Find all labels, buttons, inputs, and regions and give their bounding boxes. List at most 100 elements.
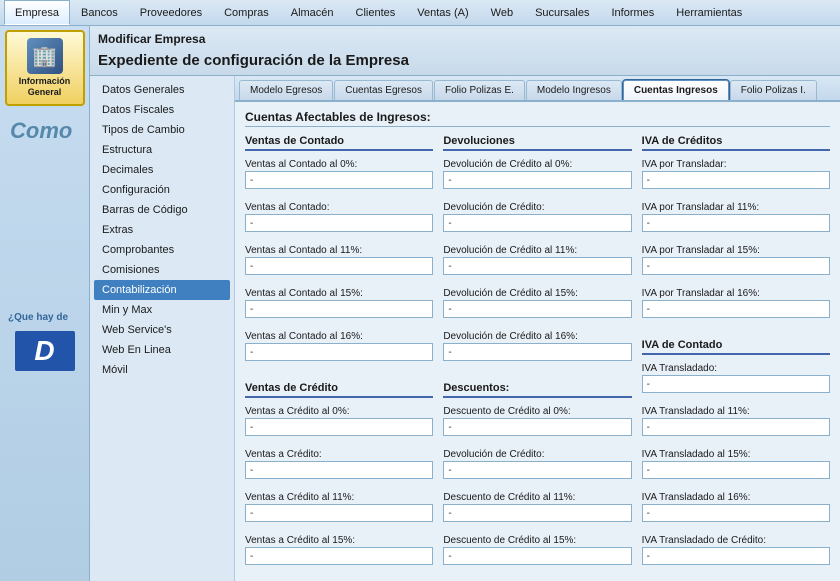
nav-comprobantes[interactable]: Comprobantes bbox=[90, 240, 234, 260]
input-descuento-11[interactable] bbox=[443, 504, 631, 522]
field-descuento-15: Descuento de Crédito al 15%: bbox=[443, 535, 631, 568]
field-devolucion-15: Devolución de Crédito al 15%: bbox=[443, 288, 631, 321]
menu-ventas[interactable]: Ventas (A) bbox=[406, 0, 479, 25]
nav-contabilizacion[interactable]: Contabilización bbox=[94, 280, 230, 300]
nav-extras[interactable]: Extras bbox=[90, 220, 234, 240]
label-devolucion-credito2: Devolución de Crédito: bbox=[443, 449, 631, 460]
field-ventas-contado-11: Ventas al Contado al 11%: bbox=[245, 245, 433, 278]
nav-min-max[interactable]: Min y Max bbox=[90, 300, 234, 320]
nav-barras-codigo[interactable]: Barras de Código bbox=[90, 200, 234, 220]
sidebar-logo: D bbox=[15, 331, 75, 371]
input-iva-transladado[interactable] bbox=[642, 375, 830, 393]
field-iva-transladar-15: IVA por Transladar al 15%: bbox=[642, 245, 830, 278]
menu-almacen[interactable]: Almacén bbox=[280, 0, 345, 25]
sidebar-question-text: ¿Que hay de bbox=[2, 308, 87, 327]
right-content: Modelo Egresos Cuentas Egresos Folio Pol… bbox=[235, 76, 840, 581]
nav-datos-generales[interactable]: Datos Generales bbox=[90, 80, 234, 100]
input-devolucion-credito2[interactable] bbox=[443, 461, 631, 479]
input-descuento-15[interactable] bbox=[443, 547, 631, 565]
input-devolucion-15[interactable] bbox=[443, 300, 631, 318]
input-credito-11[interactable] bbox=[245, 504, 433, 522]
icon-label-empresa: Información General bbox=[11, 76, 79, 98]
col2-header: Devoluciones bbox=[443, 135, 631, 151]
input-iva-transladar-16[interactable] bbox=[642, 300, 830, 318]
field-iva-transladado-credito: IVA Transladado de Crédito: bbox=[642, 535, 830, 568]
label-ventas-contado-11: Ventas al Contado al 11%: bbox=[245, 245, 433, 256]
input-iva-transladado-credito[interactable] bbox=[642, 547, 830, 565]
input-iva-transladado-11[interactable] bbox=[642, 418, 830, 436]
input-credito-0[interactable] bbox=[245, 418, 433, 436]
label-devolucion-11: Devolución de Crédito al 11%: bbox=[443, 245, 631, 256]
menu-herramientas[interactable]: Herramientas bbox=[665, 0, 753, 25]
tab-cuentas-ingresos[interactable]: Cuentas Ingresos bbox=[623, 80, 729, 102]
input-devolucion[interactable] bbox=[443, 214, 631, 232]
btn-informacion-general[interactable]: 🏢 Información General bbox=[5, 30, 85, 106]
nav-movil[interactable]: Móvil bbox=[90, 360, 234, 380]
input-credito-15[interactable] bbox=[245, 547, 433, 565]
input-iva-transladar[interactable] bbox=[642, 171, 830, 189]
label-ventas-contado-16: Ventas al Contado al 16%: bbox=[245, 331, 433, 342]
label-credito-11: Ventas a Crédito al 11%: bbox=[245, 492, 433, 503]
label-iva-transladado-16: IVA Transladado al 16%: bbox=[642, 492, 830, 503]
label-iva-transladar: IVA por Transladar: bbox=[642, 159, 830, 170]
menu-informes[interactable]: Informes bbox=[600, 0, 665, 25]
field-ventas-contado-15: Ventas al Contado al 15%: bbox=[245, 288, 433, 321]
nav-web-en-linea[interactable]: Web En Linea bbox=[90, 340, 234, 360]
menu-proveedores[interactable]: Proveedores bbox=[129, 0, 213, 25]
label-credito-15: Ventas a Crédito al 15%: bbox=[245, 535, 433, 546]
nav-datos-fiscales[interactable]: Datos Fiscales bbox=[90, 100, 234, 120]
nav-tipos-cambio[interactable]: Tipos de Cambio bbox=[90, 120, 234, 140]
content-area: Cuentas Afectables de Ingresos: Ventas d… bbox=[235, 102, 840, 581]
tab-cuentas-egresos[interactable]: Cuentas Egresos bbox=[334, 80, 433, 100]
input-ventas-contado[interactable] bbox=[245, 214, 433, 232]
label-ventas-contado-0: Ventas al Contado al 0%: bbox=[245, 159, 433, 170]
col1-header2: Ventas de Crédito bbox=[245, 382, 433, 398]
tab-folio-polizas-i[interactable]: Folio Polizas I. bbox=[730, 80, 817, 100]
menu-empresa[interactable]: Empresa bbox=[4, 0, 70, 25]
menu-web[interactable]: Web bbox=[480, 0, 524, 25]
sidebar-como-text: Como bbox=[2, 108, 87, 148]
label-devolucion-0: Devolución de Crédito al 0%: bbox=[443, 159, 631, 170]
nav-configuracion[interactable]: Configuración bbox=[90, 180, 234, 200]
input-iva-transladar-15[interactable] bbox=[642, 257, 830, 275]
nav-comisiones[interactable]: Comisiones bbox=[90, 260, 234, 280]
input-iva-transladar-11[interactable] bbox=[642, 214, 830, 232]
input-descuento-0[interactable] bbox=[443, 418, 631, 436]
field-credito-0: Ventas a Crédito al 0%: bbox=[245, 406, 433, 439]
menu-bancos[interactable]: Bancos bbox=[70, 0, 129, 25]
tab-folio-polizas-e[interactable]: Folio Polizas E. bbox=[434, 80, 525, 100]
input-devolucion-11[interactable] bbox=[443, 257, 631, 275]
nav-decimales[interactable]: Decimales bbox=[90, 160, 234, 180]
field-iva-transladado-16: IVA Transladado al 16%: bbox=[642, 492, 830, 525]
input-devolucion-0[interactable] bbox=[443, 171, 631, 189]
tab-modelo-egresos[interactable]: Modelo Egresos bbox=[239, 80, 333, 100]
field-devolucion-16: Devolución de Crédito al 16%: bbox=[443, 331, 631, 364]
menu-clientes[interactable]: Clientes bbox=[345, 0, 407, 25]
menu-sucursales[interactable]: Sucursales bbox=[524, 0, 600, 25]
label-ventas-contado-15: Ventas al Contado al 15%: bbox=[245, 288, 433, 299]
input-ventas-contado-16[interactable] bbox=[245, 343, 433, 361]
field-credito-11: Ventas a Crédito al 11%: bbox=[245, 492, 433, 525]
nav-estructura[interactable]: Estructura bbox=[90, 140, 234, 160]
label-iva-transladado-15: IVA Transladado al 15%: bbox=[642, 449, 830, 460]
field-ventas-contado-16: Ventas al Contado al 16%: bbox=[245, 331, 433, 364]
input-iva-transladado-15[interactable] bbox=[642, 461, 830, 479]
input-devolucion-16[interactable] bbox=[443, 343, 631, 361]
input-ventas-contado-0[interactable] bbox=[245, 171, 433, 189]
main-title: Modificar Empresa bbox=[98, 30, 832, 50]
label-iva-transladar-15: IVA por Transladar al 15%: bbox=[642, 245, 830, 256]
tab-modelo-ingresos[interactable]: Modelo Ingresos bbox=[526, 80, 622, 100]
input-ventas-contado-11[interactable] bbox=[245, 257, 433, 275]
field-ventas-contado-0: Ventas al Contado al 0%: bbox=[245, 159, 433, 192]
input-credito[interactable] bbox=[245, 461, 433, 479]
col3: IVA de Créditos IVA por Transladar: IVA … bbox=[642, 135, 830, 572]
field-descuento-0: Descuento de Crédito al 0%: bbox=[443, 406, 631, 439]
input-ventas-contado-15[interactable] bbox=[245, 300, 433, 318]
nav-web-services[interactable]: Web Service's bbox=[90, 320, 234, 340]
input-iva-transladado-16[interactable] bbox=[642, 504, 830, 522]
col1-header: Ventas de Contado bbox=[245, 135, 433, 151]
label-ventas-contado: Ventas al Contado: bbox=[245, 202, 433, 213]
menu-compras[interactable]: Compras bbox=[213, 0, 280, 25]
label-descuento-15: Descuento de Crédito al 15%: bbox=[443, 535, 631, 546]
field-devolucion-credito2: Devolución de Crédito: bbox=[443, 449, 631, 482]
